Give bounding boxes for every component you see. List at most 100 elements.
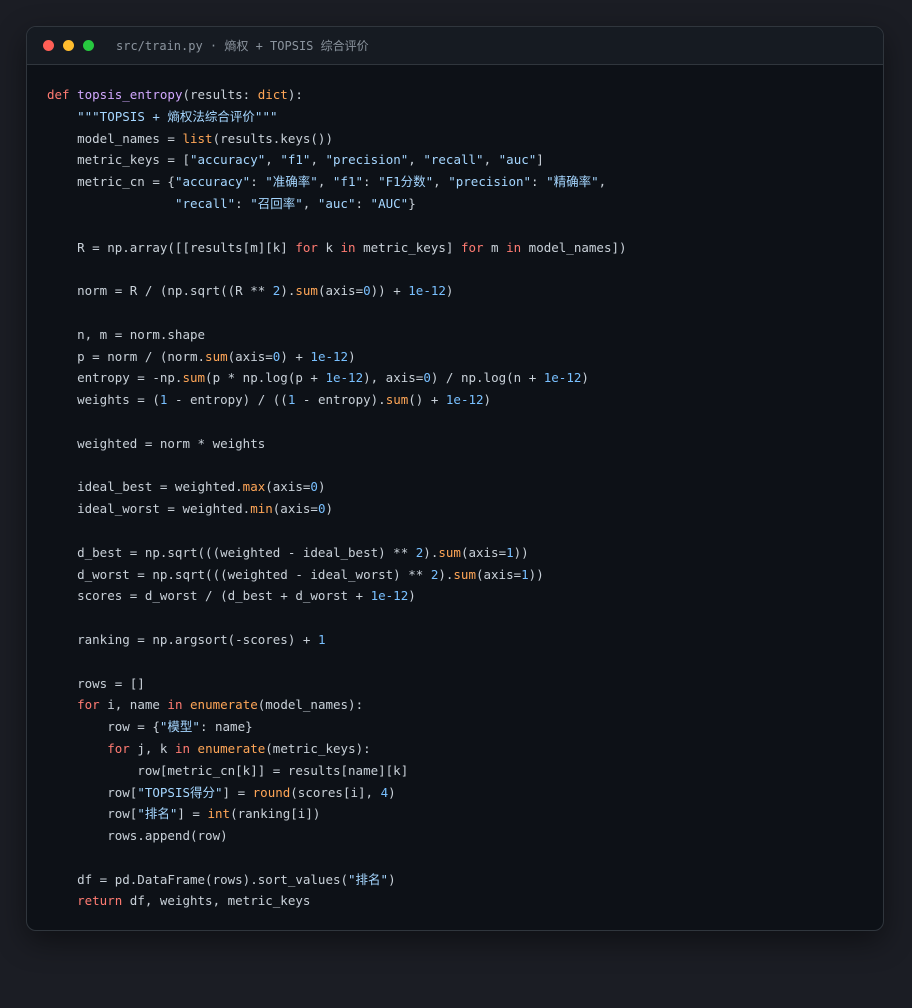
code-line: row = {"模型": name}	[47, 716, 627, 738]
code-token: model_names])	[521, 239, 627, 255]
code-editor[interactable]: def topsis_entropy(results: dict): """TO…	[47, 84, 627, 912]
code-line: ideal_best = weighted.max(axis=0)	[47, 476, 627, 498]
close-window-button[interactable]	[43, 40, 54, 51]
code-token: (axis=	[265, 479, 311, 495]
code-token: p = norm / (norm.	[47, 348, 206, 364]
code-token: R = np.array([[results[m][k]	[47, 239, 296, 255]
code-token: "precision"	[325, 152, 409, 168]
code-token: 0	[363, 283, 371, 299]
code-line: model_names = list(results.keys())	[47, 128, 627, 150]
code-token: "auc"	[317, 195, 356, 211]
code-line: for j, k in enumerate(metric_keys):	[47, 738, 627, 760]
code-token: j, k	[129, 740, 175, 756]
code-token: def	[47, 87, 78, 102]
code-token: 1e-12	[543, 370, 582, 386]
code-token: ] =	[177, 806, 208, 822]
code-token: list	[182, 130, 213, 146]
code-line: ranking = np.argsort(-scores) + 1	[47, 629, 627, 651]
code-token: "排名"	[348, 871, 389, 887]
code-token: }	[408, 195, 416, 211]
code-token: dict	[257, 87, 288, 102]
code-token: 0	[423, 370, 431, 386]
window-title: src/train.py · 熵权 + TOPSIS 综合评价	[116, 39, 369, 53]
code-token: - entropy).	[295, 392, 386, 408]
code-token: metric_cn = {	[47, 174, 175, 190]
code-token: ,	[302, 195, 318, 211]
code-token: : name}	[199, 719, 253, 735]
code-line: df = pd.DataFrame(rows).sort_values("排名"…	[47, 869, 627, 891]
code-token: df, weights, metric_keys	[122, 893, 311, 909]
code-token: :	[363, 174, 379, 190]
code-token: ):	[287, 87, 303, 102]
maximize-window-button[interactable]	[83, 40, 94, 51]
code-token: (axis=	[475, 566, 522, 582]
code-token: row[	[47, 784, 138, 800]
code-token: (axis=	[460, 544, 507, 560]
code-token: ,	[483, 152, 499, 168]
code-line: rows = []	[47, 673, 627, 695]
code-token: ).	[438, 566, 454, 582]
code-token: model_names =	[47, 130, 183, 146]
code-token: for	[295, 239, 318, 255]
code-token: d_best = np.sqrt(((weighted - ideal_best…	[47, 544, 416, 560]
code-token: ) +	[280, 348, 311, 364]
code-line: return df, weights, metric_keys	[47, 890, 627, 912]
code-token: "precision"	[448, 174, 532, 190]
title-bar: src/train.py · 熵权 + TOPSIS 综合评价	[27, 27, 883, 65]
code-line: row["TOPSIS得分"] = round(scores[i], 4)	[47, 782, 627, 804]
code-token: sum	[438, 544, 461, 560]
code-window: src/train.py · 熵权 + TOPSIS 综合评价 def tops…	[26, 26, 884, 931]
code-token: ideal_worst = weighted.	[47, 501, 251, 517]
code-token: sum	[453, 566, 476, 582]
code-token: "auc"	[498, 152, 537, 168]
code-token: enumerate	[190, 697, 258, 713]
code-token: for	[460, 239, 484, 255]
code-token: )	[483, 392, 492, 408]
code-token: row[metric_cn[k]] = results[name][k]	[47, 762, 409, 778]
code-token: d_worst = np.sqrt(((weighted - ideal_wor…	[47, 566, 431, 582]
code-token: scores = d_worst / (d_best + d_worst +	[47, 588, 371, 604]
code-token: )	[388, 871, 396, 887]
code-token: )	[325, 501, 333, 517]
code-line: def topsis_entropy(results: dict):	[47, 84, 627, 106]
code-token: () +	[408, 392, 446, 408]
code-token: ).	[280, 283, 296, 299]
code-line: for i, name in enumerate(model_names):	[47, 694, 627, 716]
code-token: "accuracy"	[174, 174, 251, 190]
code-token: 1e-12	[370, 588, 409, 604]
code-token: :	[250, 174, 266, 190]
code-line: scores = d_worst / (d_best + d_worst + 1…	[47, 585, 627, 607]
code-token: rows.append(row)	[47, 828, 228, 844]
minimize-window-button[interactable]	[63, 40, 74, 51]
code-line: R = np.array([[results[m][k] for k in me…	[47, 237, 627, 259]
code-token: 4	[380, 784, 389, 800]
code-token: (results.keys())	[212, 130, 333, 146]
code-token: n, m = norm.shape	[47, 326, 206, 342]
code-token: sum	[182, 370, 206, 386]
code-token: ranking = np.argsort(-scores) +	[47, 631, 318, 647]
code-token: :	[235, 195, 251, 211]
code-token: "精确率"	[546, 174, 599, 190]
code-token: ))	[513, 544, 529, 560]
code-token: row[	[47, 806, 138, 822]
code-line: metric_cn = {"accuracy": "准确率", "f1": "F…	[47, 171, 627, 193]
code-token: in	[506, 239, 522, 255]
code-line: d_best = np.sqrt(((weighted - ideal_best…	[47, 542, 627, 564]
code-line: "recall": "召回率", "auc": "AUC"}	[47, 193, 627, 215]
code-token: metric_keys]	[355, 239, 461, 255]
code-token: 1e-12	[325, 370, 364, 386]
code-token: sum	[295, 283, 318, 299]
code-line: d_worst = np.sqrt(((weighted - ideal_wor…	[47, 564, 627, 586]
code-token: "排名"	[137, 806, 178, 822]
code-token: norm = R / (np.sqrt((R **	[47, 283, 273, 299]
code-token: 1	[521, 566, 529, 582]
